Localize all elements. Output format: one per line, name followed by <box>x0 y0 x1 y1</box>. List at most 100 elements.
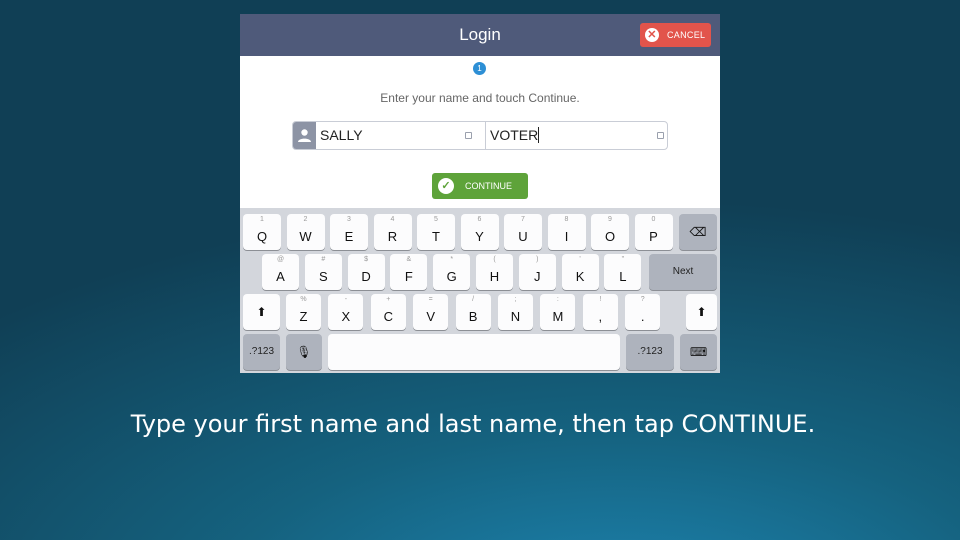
key-label: X <box>341 309 351 324</box>
key-label: R <box>387 229 398 244</box>
key-hint: 4 <box>390 216 395 223</box>
key-label: N <box>510 309 521 324</box>
key-row1-5[interactable]: 6Y <box>460 214 499 250</box>
clear-last-name-icon[interactable] <box>657 132 664 139</box>
key-row2-1[interactable]: # S <box>304 254 342 290</box>
key-hint: 7 <box>521 216 525 223</box>
key-row3-2[interactable]: + C <box>370 294 406 330</box>
close-icon: ✕ <box>645 28 659 42</box>
clear-first-name-icon[interactable] <box>465 132 472 139</box>
key-label: V <box>426 309 436 324</box>
key-row3-3[interactable]: = V <box>413 294 449 330</box>
key-row1-4[interactable]: 5T <box>417 214 455 250</box>
name-input-row: SALLY VOTER <box>292 121 668 150</box>
step-badge: 1 <box>473 62 486 75</box>
key-label: A <box>276 269 285 284</box>
numbers-key-left[interactable]: .?123 <box>243 334 280 370</box>
backspace-icon: ⌫ <box>689 225 707 239</box>
key-hint: - <box>344 296 348 303</box>
key-hint: % <box>300 296 307 303</box>
login-screen: Login ✕ CANCEL 1 Enter your name and tou… <box>240 14 720 373</box>
key-row1-8[interactable]: 9O <box>591 214 629 250</box>
shift-key-right[interactable]: ⬆ <box>686 294 717 330</box>
person-icon <box>293 122 316 149</box>
key-row3-0[interactable]: % Z <box>286 294 321 330</box>
key-hint: 0 <box>651 216 656 223</box>
key-label: H <box>489 269 500 284</box>
first-name-value: SALLY <box>320 127 363 143</box>
key-hint: ; <box>514 296 517 303</box>
key-row3-8[interactable]: ?. <box>625 294 661 330</box>
key-row2-7[interactable]: ' K <box>561 254 599 290</box>
key-row3-1[interactable]: -X <box>328 294 364 330</box>
key-row3-4[interactable]: / B <box>455 294 491 330</box>
key-row2-6[interactable]: ) J <box>518 254 556 290</box>
key-hint: 8 <box>564 216 569 223</box>
hide-keyboard-key[interactable]: ⌨ <box>680 334 717 370</box>
header-bar: Login ✕ CANCEL <box>240 14 720 56</box>
key-label: G <box>446 269 457 284</box>
shift-icon: ⬆ <box>256 305 267 319</box>
numbers-key-label: .?123 <box>248 346 275 357</box>
key-label: L <box>619 269 627 284</box>
key-row2-5[interactable]: (H <box>476 254 513 290</box>
key-hint: ! <box>599 296 602 303</box>
caption-text: Type your first name and last name, then… <box>130 410 816 438</box>
key-hint: ) <box>536 256 539 263</box>
key-label: , <box>598 309 603 324</box>
key-label: J <box>534 269 541 284</box>
shift-key-left[interactable]: ⬆ <box>243 294 280 330</box>
key-label: Z <box>299 309 308 324</box>
key-row2-3[interactable]: & F <box>390 254 428 290</box>
key-hint: " <box>621 256 625 263</box>
first-name-field[interactable]: SALLY <box>320 122 480 149</box>
key-row1-6[interactable]: 7U <box>504 214 542 250</box>
last-name-field[interactable]: VOTER <box>485 122 665 149</box>
backspace-key[interactable]: ⌫ <box>679 214 717 250</box>
key-hint: : <box>556 296 559 303</box>
key-hint: / <box>472 296 475 303</box>
key-row2-8[interactable]: " L <box>604 254 642 290</box>
key-hint: 9 <box>608 216 612 223</box>
text-cursor <box>538 127 540 143</box>
key-row2-2[interactable]: $ D <box>347 254 385 290</box>
key-row1-3[interactable]: 4R <box>373 214 412 250</box>
on-screen-keyboard: ⌫ Next ⬆ ⬆ .?123 🎙 .?123 ⌨ 1Q2W3E4R5T6Y7… <box>240 208 720 373</box>
key-hint: 6 <box>477 216 482 223</box>
key-row3-6[interactable]: :M <box>540 294 576 330</box>
key-label: Y <box>475 229 484 244</box>
key-label: D <box>361 269 371 284</box>
key-hint: $ <box>364 256 369 263</box>
key-row2-0[interactable]: @ A <box>262 254 299 290</box>
key-label: W <box>299 229 312 244</box>
key-label: E <box>344 229 354 244</box>
next-key[interactable]: Next <box>649 254 717 290</box>
numbers-key-right[interactable]: .?123 <box>626 334 674 370</box>
key-label: . <box>640 309 645 324</box>
key-hint: 3 <box>347 216 351 223</box>
key-row3-7[interactable]: !, <box>582 294 618 330</box>
key-hint: @ <box>276 256 285 263</box>
key-hint: 2 <box>303 216 308 223</box>
key-row1-1[interactable]: 2W <box>286 214 325 250</box>
key-row1-9[interactable]: 0P <box>634 214 673 250</box>
key-row2-4[interactable]: * G <box>433 254 471 290</box>
key-hint: = <box>428 296 433 303</box>
last-name-value: VOTER <box>490 127 539 143</box>
key-label: Q <box>256 229 268 244</box>
microphone-icon: 🎙 <box>296 345 312 359</box>
key-hint: ? <box>640 296 645 303</box>
key-label: T <box>432 229 440 244</box>
continue-button[interactable]: ✓ CONTINUE <box>432 173 528 199</box>
key-row1-2[interactable]: 3E <box>330 214 368 250</box>
keyboard-icon: ⌨ <box>689 345 708 359</box>
key-row1-0[interactable]: 1Q <box>243 214 281 250</box>
key-label: S <box>318 269 328 284</box>
key-row3-5[interactable]: ; N <box>498 294 533 330</box>
key-label: I <box>564 229 569 244</box>
cancel-button[interactable]: ✕ CANCEL <box>640 23 711 47</box>
space-key[interactable] <box>328 334 620 370</box>
key-row1-7[interactable]: 8I <box>547 214 586 250</box>
key-label: B <box>468 309 478 324</box>
dictation-key[interactable]: 🎙 <box>286 334 322 370</box>
